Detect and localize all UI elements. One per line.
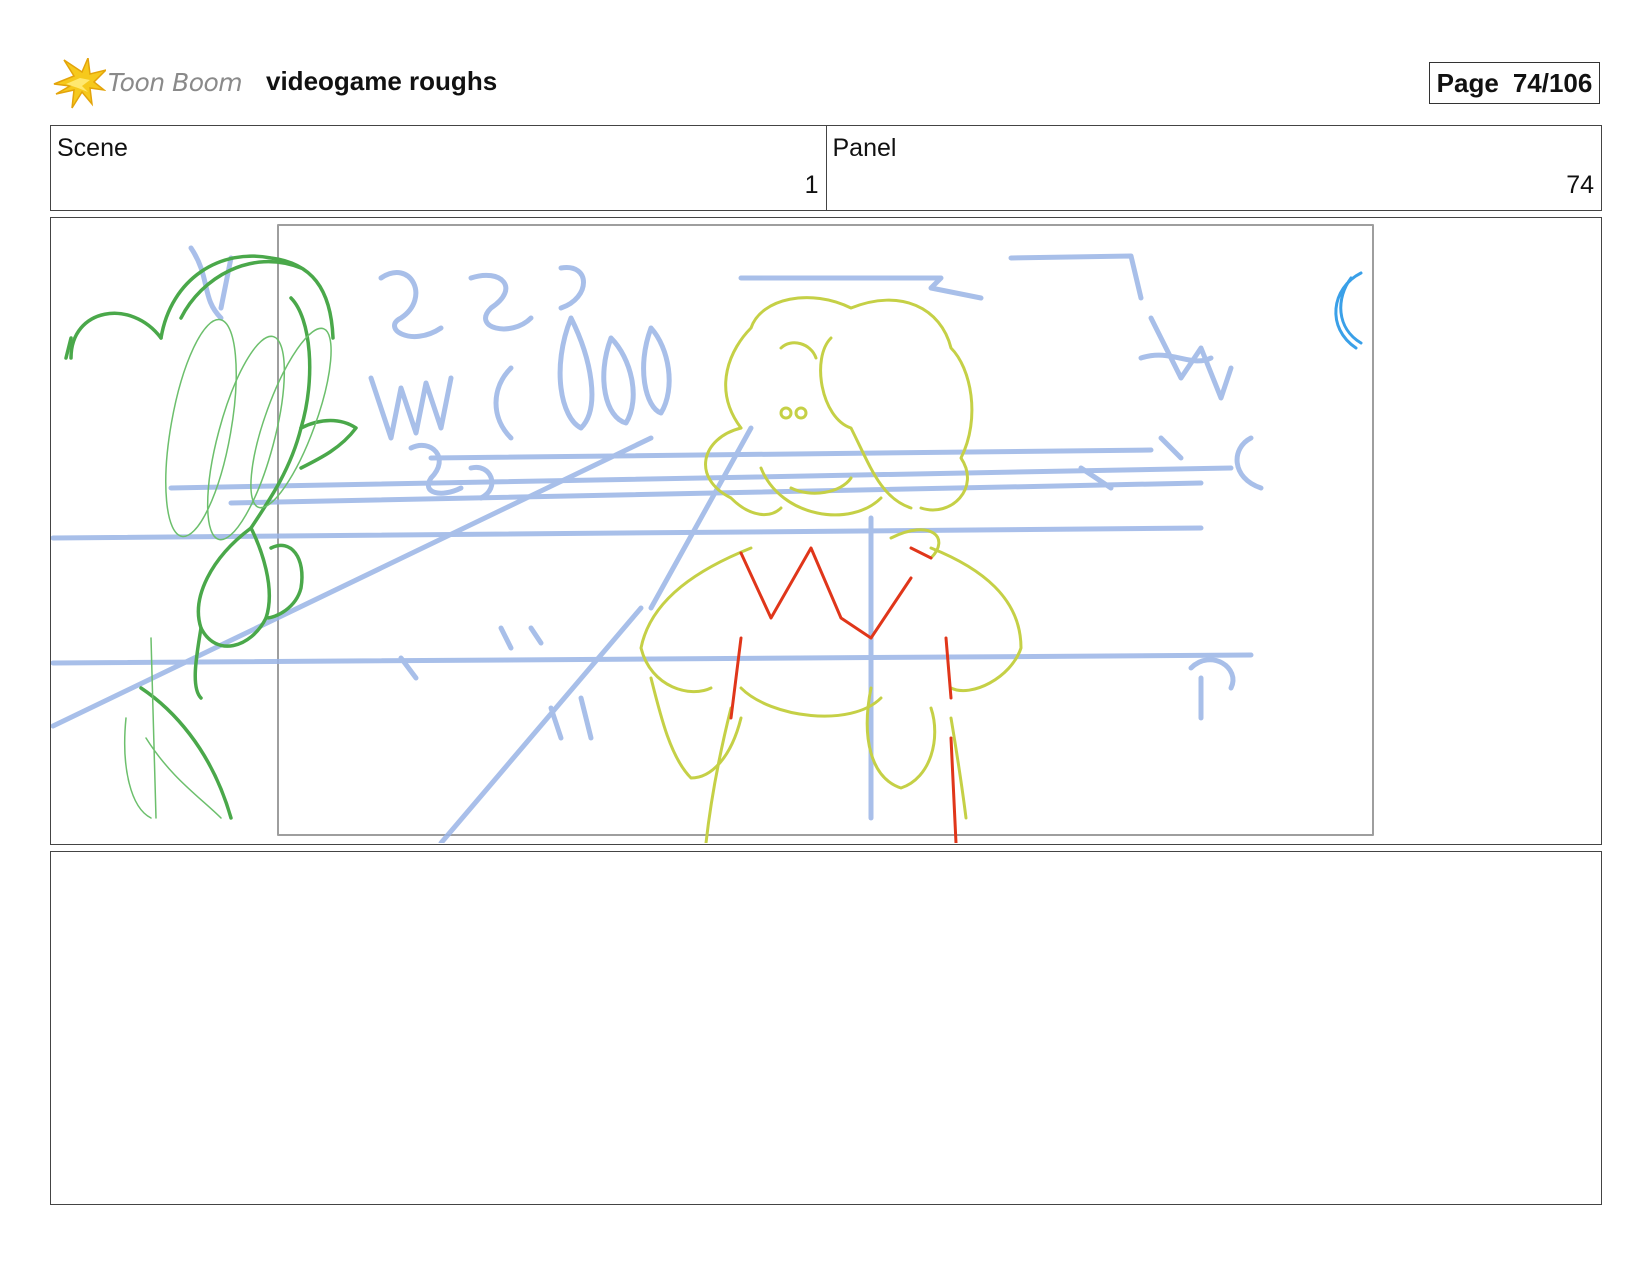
scene-cell: Scene 1 [51, 126, 826, 210]
collar-sketch [729, 546, 958, 843]
notes-area [50, 851, 1602, 1205]
info-row: Scene 1 Panel 74 [50, 125, 1602, 211]
panel-cell: Panel 74 [825, 126, 1602, 210]
page-number: 74/106 [1512, 67, 1593, 98]
cyan-accent-mark [1334, 271, 1363, 350]
character-sketch [639, 296, 1023, 843]
logo-text: Toon Boom [108, 68, 243, 97]
project-title: videogame roughs [266, 66, 498, 96]
plant-leaf-outlines [123, 318, 332, 819]
storyboard-sketch [51, 224, 1374, 843]
crowd-rough-lines [51, 245, 1264, 843]
page-label: Page [1436, 67, 1499, 98]
scene-label: Scene [57, 134, 128, 162]
page-indicator: Page 74/106 [1429, 62, 1600, 104]
panel-label: Panel [832, 134, 897, 162]
panel-number: 74 [1566, 171, 1594, 199]
logo-burst-icon [53, 58, 106, 109]
toon-boom-logo: Toon Boom [52, 58, 252, 110]
storyboard-panel-frame [50, 217, 1602, 845]
scene-number: 1 [804, 171, 819, 199]
